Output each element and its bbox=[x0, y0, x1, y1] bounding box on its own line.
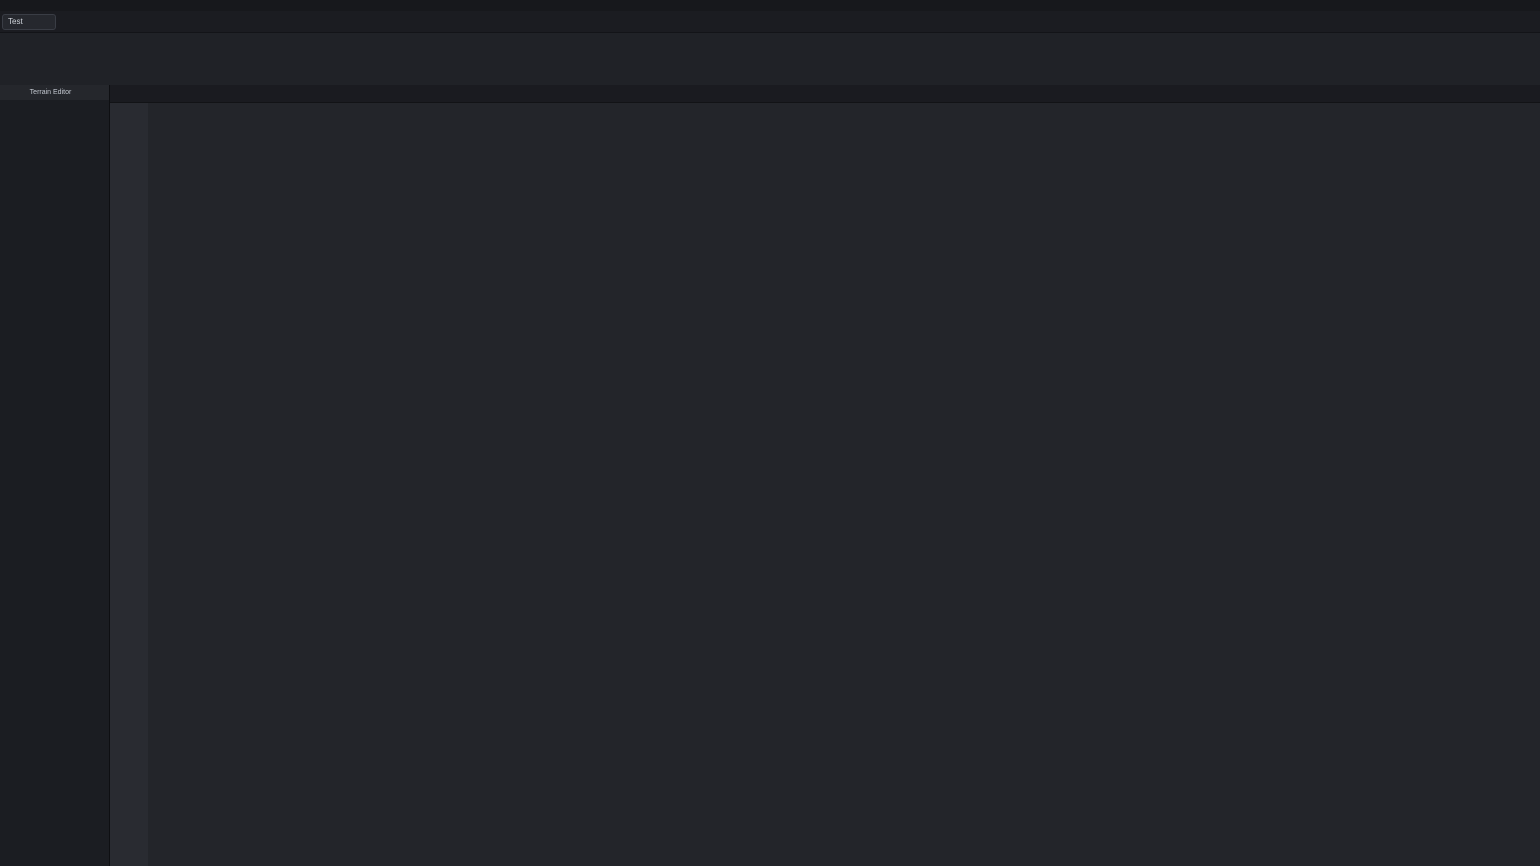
terrain-editor-panel: Terrain Editor bbox=[0, 85, 110, 866]
main-area: Terrain Editor bbox=[0, 85, 1540, 866]
quick-access-bar: Test bbox=[0, 11, 1540, 33]
menu-bar bbox=[0, 0, 1540, 11]
terrain-editor-titlebar: Terrain Editor bbox=[0, 85, 109, 100]
terrain-editor-actions bbox=[0, 120, 109, 866]
document-tab-bar bbox=[110, 85, 1540, 103]
script-editor bbox=[110, 85, 1540, 866]
line-number-gutter bbox=[110, 103, 148, 866]
code-pane[interactable] bbox=[148, 103, 1540, 866]
test-mode-dropdown[interactable]: Test bbox=[2, 14, 56, 30]
test-mode-label: Test bbox=[8, 17, 23, 26]
roblox-studio-window: Test Terrain Editor bbox=[0, 0, 1540, 866]
terrain-editor-tabs bbox=[0, 100, 109, 120]
home-ribbon-toolbar bbox=[0, 33, 1540, 85]
code-editor[interactable] bbox=[110, 103, 1540, 866]
terrain-editor-title: Terrain Editor bbox=[4, 89, 97, 96]
